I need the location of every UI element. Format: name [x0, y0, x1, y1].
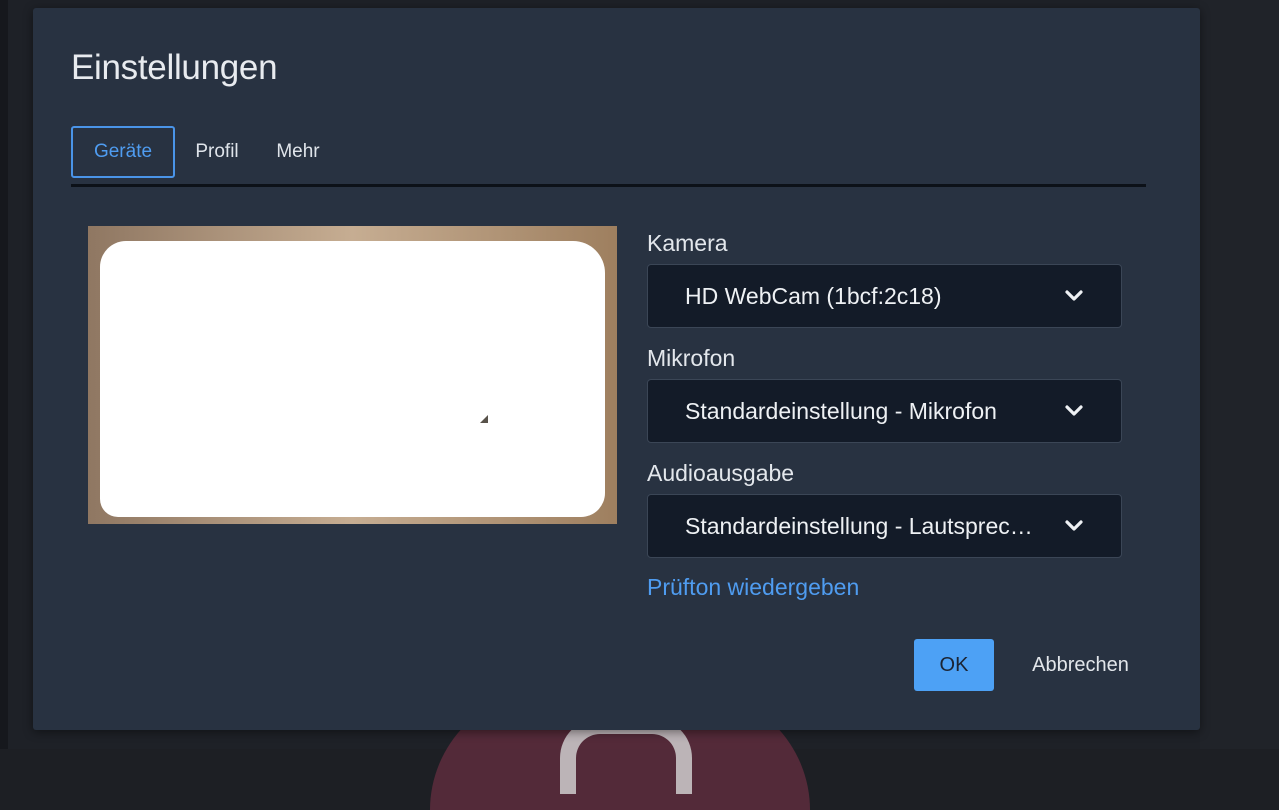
- audio-output-select[interactable]: Standardeinstellung - Lautsprecher: [647, 494, 1122, 558]
- camera-preview: [88, 226, 617, 524]
- backdrop-left-edge: [0, 0, 8, 749]
- settings-dialog: Einstellungen Geräte Profil Mehr Kamera …: [33, 8, 1200, 730]
- tab-more[interactable]: Mehr: [263, 126, 333, 178]
- backdrop-right-panel: [1200, 0, 1279, 749]
- cancel-button[interactable]: Abbrechen: [1018, 639, 1143, 691]
- audio-output-select-value: Standardeinstellung - Lautsprecher: [685, 513, 1040, 539]
- microphone-select[interactable]: Standardeinstellung - Mikrofon: [647, 379, 1122, 443]
- camera-select[interactable]: HD WebCam (1bcf:2c18): [647, 264, 1122, 328]
- preview-redaction: [100, 241, 605, 517]
- audio-output-label: Audioausgabe: [647, 460, 795, 486]
- tab-profile[interactable]: Profil: [185, 126, 249, 178]
- play-test-sound-link[interactable]: Prüfton wiedergeben: [647, 574, 859, 601]
- microphone-select-value: Standardeinstellung - Mikrofon: [685, 398, 997, 424]
- tab-devices[interactable]: Geräte: [71, 126, 175, 178]
- camera-label: Kamera: [647, 230, 728, 256]
- ok-button[interactable]: OK: [914, 639, 994, 691]
- chevron-down-icon: [1065, 520, 1083, 531]
- preview-artifact: [480, 415, 488, 423]
- chevron-down-icon: [1065, 405, 1083, 416]
- tab-bar: Geräte Profil Mehr: [71, 126, 1146, 187]
- dialog-title: Einstellungen: [71, 48, 278, 87]
- chevron-down-icon: [1065, 290, 1083, 301]
- microphone-label: Mikrofon: [647, 345, 736, 371]
- camera-select-value: HD WebCam (1bcf:2c18): [685, 283, 942, 309]
